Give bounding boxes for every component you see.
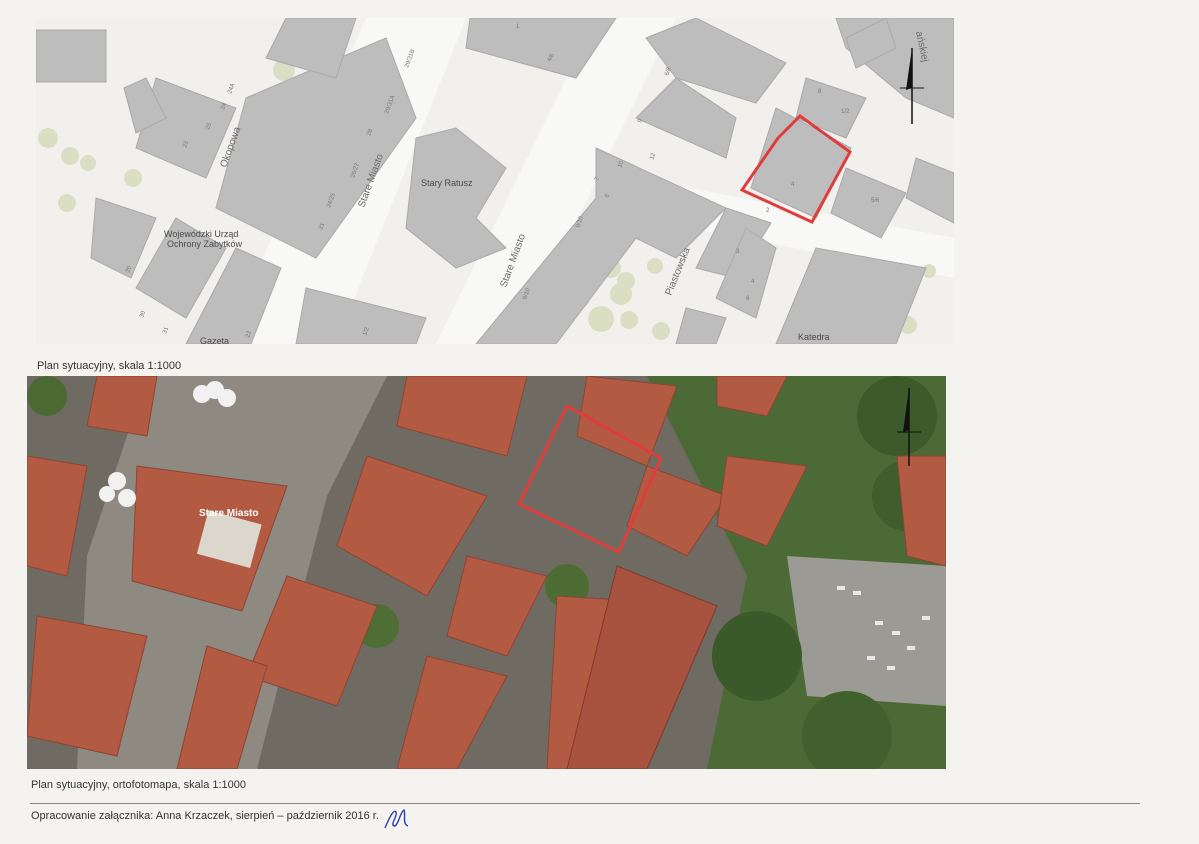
- footer-divider: [30, 803, 1140, 804]
- label-katedra: Katedra: [798, 332, 830, 342]
- svg-text:1/2: 1/2: [841, 109, 850, 115]
- situation-map: 4/6 1 23 25 24 24A 28 29/31A 29/31B 26/2…: [36, 18, 954, 344]
- handwritten-signature: [384, 809, 409, 829]
- label-urzad-line2: Ochrony Zabytków: [167, 239, 243, 249]
- orthophoto-graphic: Stare Miasto: [27, 376, 946, 769]
- svg-text:5/6: 5/6: [871, 198, 880, 204]
- label-gazeta: Gazeta: [200, 336, 229, 344]
- footer-author-note: Opracowanie załącznika: Anna Krzaczek, s…: [31, 810, 379, 822]
- orthophoto-map: Stare Miasto: [27, 376, 946, 769]
- label-stary-ratusz: Stary Ratusz: [421, 178, 473, 188]
- label-urzad-line1: Wojewódzki Urząd: [164, 229, 238, 239]
- label-stare-miasto-ortho: Stare Miasto: [199, 508, 258, 519]
- map-caption: Plan sytuacyjny, skala 1:1000: [37, 360, 182, 372]
- orthophoto-caption: Plan sytuacyjny, ortofotomapa, skala 1:1…: [31, 779, 247, 791]
- map-graphic: 4/6 1 23 25 24 24A 28 29/31A 29/31B 26/2…: [36, 18, 954, 344]
